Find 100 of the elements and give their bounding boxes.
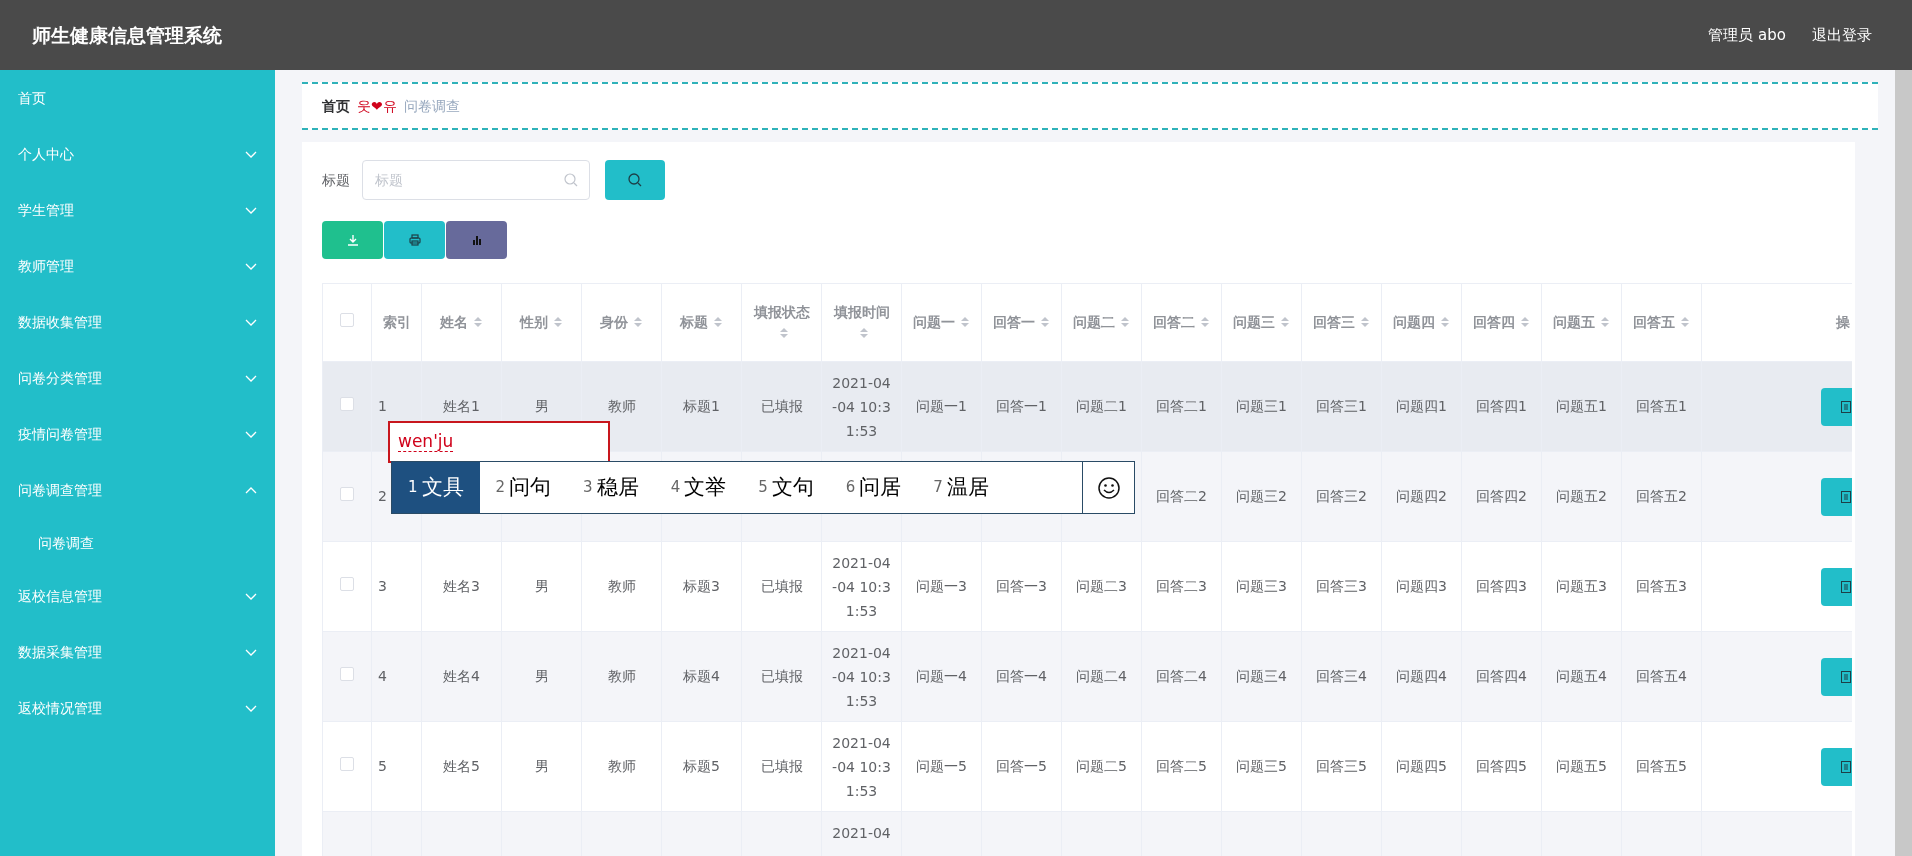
table-cell: 男 (534, 578, 549, 594)
row-checkbox[interactable] (340, 757, 354, 771)
table-cell: 问题四2 (1396, 488, 1447, 504)
download-icon (346, 234, 359, 246)
table-cell-text: 2021-04-04 10:31:53 (831, 644, 892, 711)
sidebar-item[interactable]: 返校情况管理 (0, 680, 275, 736)
ime-candidate[interactable]: 6 问居 (829, 462, 918, 513)
table-cell: 姓名1 (443, 398, 480, 414)
sidebar-item[interactable]: 数据采集管理 (0, 624, 275, 680)
ime-candidate[interactable]: 4 文举 (654, 462, 743, 513)
table-cell: 回答四1 (1476, 398, 1527, 414)
table-cell: 回答二4 (1156, 668, 1207, 684)
column-header[interactable]: 回答五 (1633, 314, 1675, 330)
sidebar-item[interactable]: 问卷调查管理 (0, 462, 275, 518)
column-header[interactable]: 问题五 (1553, 314, 1595, 330)
table-cell: 回答二1 (1156, 398, 1207, 414)
table-cell: 标题5 (683, 758, 720, 774)
table-cell: 已填报 (760, 758, 803, 774)
ime-candidate[interactable]: 7 温居 (917, 462, 1005, 513)
ime-composition-field[interactable]: wen'ju (388, 421, 610, 463)
table-cell: 4 (378, 668, 387, 684)
table-cell: 男 (534, 668, 549, 684)
column-header[interactable]: 问题三 (1233, 314, 1275, 330)
table-cell: 姓名3 (443, 578, 480, 594)
search-icon (628, 173, 642, 187)
column-header[interactable]: 性别 (520, 314, 548, 330)
column-header[interactable]: 回答一 (993, 314, 1035, 330)
table-cell: 回答三3 (1316, 578, 1367, 594)
logout-link[interactable]: 退出登录 (1812, 23, 1872, 47)
sidebar-item[interactable]: 数据收集管理 (0, 294, 275, 350)
sidebar-item[interactable]: 疫情问卷管理 (0, 406, 275, 462)
ime-candidate[interactable]: 2 问句 (479, 462, 568, 513)
row-checkbox[interactable] (340, 667, 354, 681)
table-cell: 回答二5 (1156, 758, 1207, 774)
table-cell: 姓名5 (443, 758, 480, 774)
table-cell-text: 2021-04-04 10:31:53 (831, 554, 892, 621)
document-icon (1841, 490, 1851, 503)
column-header[interactable]: 回答四 (1473, 314, 1515, 330)
table-cell-text: 2021-04-04 10:31:53 (831, 734, 892, 801)
table-cell: 回答三4 (1316, 668, 1367, 684)
table-cell: 教师 (607, 398, 636, 414)
table-cell: 问题五1 (1556, 398, 1607, 414)
table-cell: 问题二4 (1076, 668, 1127, 684)
document-icon (1841, 670, 1851, 683)
breadcrumb-separator: 웃❤유 (357, 96, 397, 116)
sidebar-item[interactable]: 返校信息管理 (0, 568, 275, 624)
column-header[interactable]: 问题二 (1073, 314, 1115, 330)
column-header[interactable]: 问题四 (1393, 314, 1435, 330)
sidebar-subitem[interactable]: 问卷调查 (0, 518, 275, 568)
sidebar-item[interactable]: 学生管理 (0, 182, 275, 238)
sidebar-item[interactable]: 首页 (0, 70, 275, 126)
table-cell: 男 (534, 758, 549, 774)
column-header[interactable]: 身份 (600, 314, 628, 330)
ime-candidate[interactable]: 3 稳居 (567, 462, 655, 513)
user-link[interactable]: 管理员 abo (1708, 23, 1786, 47)
table-cell: 问题五2 (1556, 488, 1607, 504)
document-icon (1841, 760, 1851, 773)
row-checkbox[interactable] (340, 487, 354, 501)
column-header[interactable]: 标题 (680, 314, 708, 330)
search-label: 标题 (322, 170, 350, 190)
table-cell: 问题四1 (1396, 398, 1447, 414)
column-header[interactable]: 姓名 (440, 314, 468, 330)
sidebar-item[interactable]: 个人中心 (0, 126, 275, 182)
table-cell: 问题一1 (916, 398, 967, 414)
download-button[interactable] (322, 221, 383, 259)
row-checkbox[interactable] (340, 577, 354, 591)
sidebar-item[interactable]: 问卷分类管理 (0, 350, 275, 406)
ime-candidate[interactable]: 5 文句 (742, 462, 830, 513)
table-cell: 回答二2 (1156, 488, 1207, 504)
table-cell: 1 (378, 398, 387, 414)
column-header[interactable]: 填报时间 (833, 303, 890, 320)
search-field[interactable]: 标题 (362, 160, 590, 200)
table-cell: 回答四5 (1476, 758, 1527, 774)
table-cell: 回答四3 (1476, 578, 1527, 594)
select-all-checkbox[interactable] (340, 313, 354, 327)
table-cell: 回答一3 (996, 578, 1047, 594)
table-cell: 男 (534, 398, 549, 414)
ime-candidate[interactable]: 1 文具 (392, 462, 480, 513)
table-cell: 回答三1 (1316, 398, 1367, 414)
table-cell: 标题4 (683, 668, 720, 684)
table-cell: 问题三1 (1236, 398, 1287, 414)
table-cell: 问题三5 (1236, 758, 1287, 774)
table-cell: 问题三3 (1236, 578, 1287, 594)
search-button[interactable] (605, 160, 665, 200)
column-header[interactable]: 问题一 (913, 314, 955, 330)
table-cell: 教师 (607, 668, 636, 684)
scrollbar[interactable] (1895, 70, 1912, 856)
table-cell: 回答五4 (1636, 668, 1687, 684)
print-button[interactable] (384, 221, 445, 259)
column-header: 操 (1836, 314, 1850, 330)
column-header[interactable]: 回答三 (1313, 314, 1355, 330)
table-cell: 回答五2 (1636, 488, 1687, 504)
row-checkbox[interactable] (340, 397, 354, 411)
table-cell: 已填报 (760, 398, 803, 414)
breadcrumb-link[interactable]: 首页 (322, 95, 350, 117)
column-header[interactable]: 回答二 (1153, 314, 1195, 330)
table-cell: 3 (378, 578, 387, 594)
column-header[interactable]: 填报状态 (753, 303, 810, 320)
column-header: 索引 (382, 314, 411, 330)
sidebar-item[interactable]: 教师管理 (0, 238, 275, 294)
